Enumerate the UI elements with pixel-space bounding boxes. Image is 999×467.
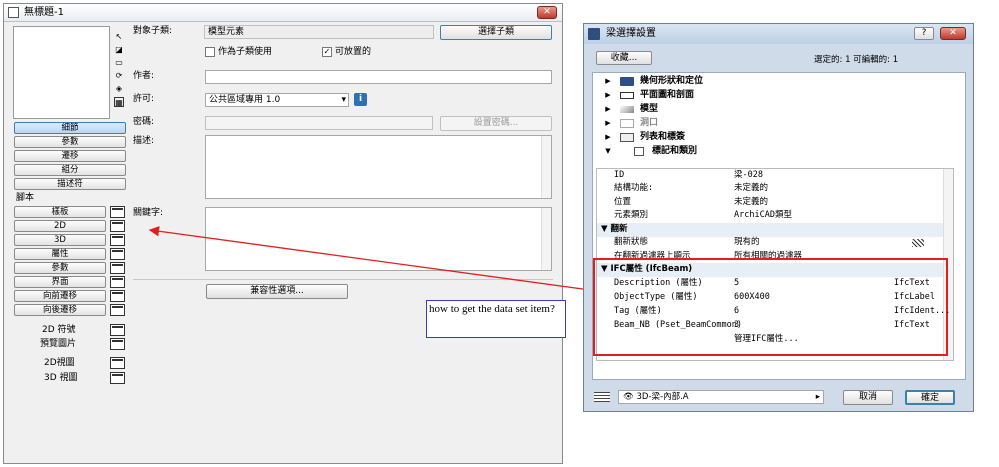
- group-geometry[interactable]: ▶ 幾何形狀和定位: [598, 75, 958, 88]
- table-row[interactable]: Description (屬性) 5 IfcText: [614, 277, 934, 291]
- group-tags-categories[interactable]: ▼ 標記和類別: [598, 145, 958, 158]
- group-label: 幾何形狀和定位: [640, 76, 704, 86]
- table-row[interactable]: Tag (屬性) 6 IfcIdent...: [614, 305, 950, 319]
- section-label: 翻新: [610, 224, 628, 234]
- group-label: 模型: [640, 104, 659, 114]
- row-value: 6: [734, 306, 740, 316]
- collapse-arrow-icon: ▼: [605, 147, 611, 155]
- table-row[interactable]: 結構功能: 未定義的: [614, 182, 934, 196]
- table-row[interactable]: 位置 未定義的: [614, 196, 934, 210]
- row-value: 梁-028: [734, 170, 763, 180]
- expand-arrow-icon: ▶: [605, 105, 611, 113]
- close-button[interactable]: ✕: [940, 27, 966, 40]
- row-value: 未定義的: [734, 197, 769, 207]
- group-label: 洞口: [640, 118, 659, 128]
- row-name: 元素類別: [614, 210, 649, 220]
- collapse-arrow-icon: ▼: [601, 264, 608, 274]
- group-model[interactable]: ▶ 模型: [598, 103, 958, 116]
- group-label: 平面圖和剖面: [640, 90, 695, 100]
- row-value: 現有的: [734, 237, 760, 247]
- ok-button[interactable]: 確定: [905, 390, 955, 405]
- favorites-button[interactable]: 收藏...: [596, 51, 652, 65]
- table-row[interactable]: ID 梁-028: [614, 169, 934, 183]
- row-value: 3: [734, 320, 740, 330]
- listing-icon: [620, 133, 634, 142]
- group-floorplan[interactable]: ▶ 平面圖和剖面: [598, 89, 958, 102]
- selection-info: 選定的: 1 可編輯的: 1: [814, 55, 899, 65]
- group-listing[interactable]: ▶ 列表和標簽: [598, 131, 958, 144]
- row-type: IfcLabel: [894, 292, 935, 302]
- table-row[interactable]: 翻新狀態 現有的: [614, 236, 934, 250]
- group-label: 標記和類別: [652, 146, 698, 156]
- question-note: how to get the data set item?: [426, 300, 566, 338]
- row-name: Description (屬性): [614, 278, 703, 288]
- row-name: ObjectType (屬性): [614, 292, 698, 302]
- row-name: 結構功能:: [614, 183, 654, 193]
- ifc-section[interactable]: ▼ IFC屬性 (IfcBeam): [597, 263, 943, 277]
- geometry-icon: [620, 77, 634, 86]
- group-openings[interactable]: ▶ 洞口: [598, 117, 958, 130]
- group-label: 列表和標簽: [640, 132, 686, 142]
- row-type: IfcIdent...: [894, 306, 951, 316]
- expand-arrow-icon: ▶: [605, 119, 611, 127]
- floorplan-icon: [620, 92, 634, 99]
- row-value: 未定義的: [734, 183, 769, 193]
- model-icon: [620, 106, 634, 113]
- row-name: ID: [614, 170, 625, 180]
- row-type: IfcText: [894, 278, 930, 288]
- manage-ifc-link[interactable]: 管理IFC屬性...: [734, 333, 799, 347]
- opening-icon: [620, 119, 634, 128]
- layer-value: 3D-梁-內部.A: [636, 392, 689, 402]
- help-button[interactable]: ?: [914, 27, 934, 40]
- cancel-button[interactable]: 取消: [843, 390, 893, 405]
- row-type: IfcText: [894, 320, 930, 330]
- chevron-right-icon: ▸: [815, 392, 820, 402]
- expand-arrow-icon: ▶: [605, 133, 611, 141]
- row-value: ArchiCAD類型: [734, 210, 792, 220]
- question-text: how to get the data set item?: [429, 303, 555, 315]
- row-name: 位置: [614, 197, 632, 207]
- table-row[interactable]: 元素類別 ArchiCAD類型: [614, 209, 934, 223]
- pattern-icon: [912, 239, 924, 247]
- renovation-section[interactable]: ▼ 翻新: [597, 223, 943, 237]
- beam-selection-settings-window: 梁選擇設置 ? ✕ 收藏... 選定的: 1 可編輯的: 1 ▶ 幾何形狀和定位…: [583, 23, 974, 412]
- table-row[interactable]: Beam_NB (Pset_BeamCommon) 3 IfcText: [614, 319, 934, 333]
- row-name: Tag (屬性): [614, 306, 662, 316]
- layer-select[interactable]: 👁 3D-梁-內部.A ▸: [618, 390, 824, 404]
- eye-icon: 👁: [623, 392, 634, 402]
- layer-icon: [594, 392, 610, 402]
- section-label: IFC屬性 (IfcBeam): [610, 264, 693, 274]
- row-value: 600X400: [734, 292, 770, 302]
- table-row[interactable]: ObjectType (屬性) 600X400 IfcLabel: [614, 291, 935, 305]
- row-name: Beam_NB (Pset_BeamCommon): [614, 320, 742, 330]
- expand-arrow-icon: ▶: [605, 77, 611, 85]
- tag-icon: [634, 147, 644, 156]
- title-bar: 梁選擇設置 ? ✕: [584, 24, 973, 44]
- row-name: 翻新狀態: [614, 237, 649, 247]
- window-title: 梁選擇設置: [606, 28, 656, 39]
- row-value: 5: [734, 278, 740, 288]
- expand-arrow-icon: ▶: [605, 91, 611, 99]
- collapse-arrow-icon: ▼: [601, 224, 608, 234]
- archicad-icon: [588, 28, 600, 40]
